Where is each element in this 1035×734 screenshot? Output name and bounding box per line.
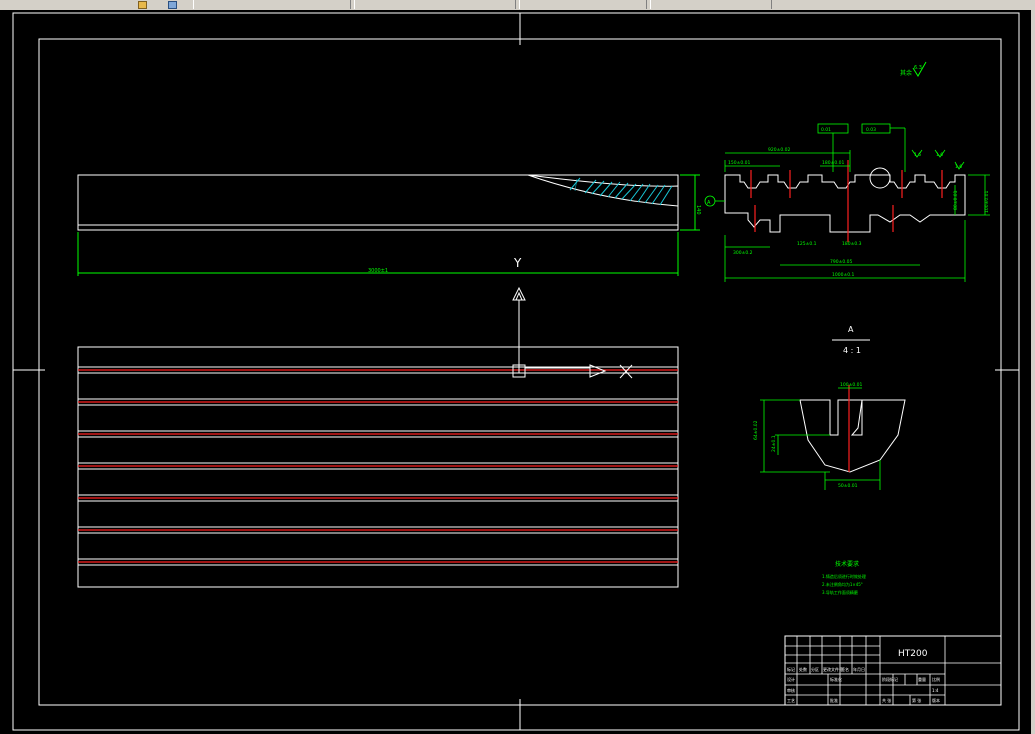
length-dimension: 3000±1 — [368, 268, 388, 274]
dim-top-mid: 180±0.01 — [822, 160, 845, 166]
svg-text:更改文件号: 更改文件号 — [823, 666, 843, 672]
roughness-3: 1.6 — [955, 164, 962, 170]
svg-text:6.3: 6.3 — [914, 65, 922, 71]
svg-text:处数: 处数 — [799, 666, 807, 672]
svg-text:阶段标记: 阶段标记 — [882, 676, 898, 682]
detail-dim-top: 100±0.01 — [840, 382, 863, 388]
svg-text:标准化: 标准化 — [830, 676, 842, 682]
svg-text:版本: 版本 — [932, 697, 940, 703]
svg-text:比例: 比例 — [932, 676, 940, 682]
svg-text:签名: 签名 — [841, 666, 849, 672]
svg-text:年月日: 年月日 — [853, 666, 865, 672]
drawing-canvas[interactable]: 3000±1 140 Y 920±0.02 150±0.01 180±0.01 … — [0, 10, 1031, 734]
svg-text:标记: 标记 — [787, 666, 795, 672]
roughness-2: 1.6 — [936, 152, 943, 158]
svg-text:第 张: 第 张 — [912, 697, 921, 703]
toolbar-dropdown-2[interactable] — [354, 0, 516, 9]
material-label: HT200 — [898, 649, 928, 659]
dim-right-h2: 100±0.01 — [984, 190, 990, 213]
toolbar-layer-icon[interactable] — [168, 1, 177, 9]
tech-req-line-2: 2.未注倒角均为1×45° — [822, 581, 863, 587]
dim-top-overall: 920±0.02 — [768, 147, 791, 153]
vertical-scrollbar[interactable] — [1031, 10, 1035, 734]
dim-bottom-total: 1000±0.1 — [832, 272, 855, 278]
dim-bottom-span: 790±0.05 — [830, 259, 853, 265]
tol-frame-1: 0.01 — [821, 127, 831, 133]
detail-title: A — [848, 325, 854, 334]
tech-req-line-3: 3.导轨工作面须精磨 — [822, 589, 858, 595]
dim-bottom-left: 300±0.2 — [733, 250, 753, 256]
datum-a-label: A — [707, 200, 711, 206]
height-dimension: 140 — [695, 205, 701, 215]
detail-dim-side: 64±0.02 — [753, 420, 759, 440]
detail-dim-h2: 24±0.1 — [771, 435, 777, 452]
svg-text:工艺: 工艺 — [787, 698, 795, 703]
roughness-1: 1.6 — [914, 152, 921, 158]
dim-top-left: 150±0.01 — [728, 160, 751, 166]
svg-text:设计: 设计 — [787, 676, 795, 682]
dim-slot-2: 180±0.3 — [842, 241, 862, 247]
toolbar-dropdown-4[interactable] — [650, 0, 772, 9]
detail-dim-bottom: 50±0.01 — [838, 483, 858, 489]
svg-text:分区: 分区 — [811, 666, 819, 672]
dim-right-h1: 80±0.01 — [953, 190, 959, 210]
dim-slot-1: 125±0.1 — [797, 241, 817, 247]
tech-req-line-1: 1.铸造后须进行时效处理 — [822, 573, 866, 579]
ucs-y-label: Y — [513, 256, 522, 270]
svg-text:共 张: 共 张 — [882, 697, 891, 703]
tol-frame-2: 0.03 — [866, 127, 876, 133]
tech-req-title: 技术要求 — [835, 560, 859, 568]
svg-text:批准: 批准 — [830, 697, 838, 703]
detail-scale: 4 : 1 — [843, 346, 861, 355]
svg-text:其余: 其余 — [900, 69, 912, 77]
svg-text:重量: 重量 — [918, 676, 926, 682]
svg-text:审核: 审核 — [787, 687, 795, 693]
toolbar-dropdown-1[interactable] — [193, 0, 351, 9]
toolbar-dropdown-3[interactable] — [519, 0, 647, 9]
svg-text:1:4: 1:4 — [932, 688, 939, 693]
toolbar-folder-icon[interactable] — [138, 1, 147, 9]
